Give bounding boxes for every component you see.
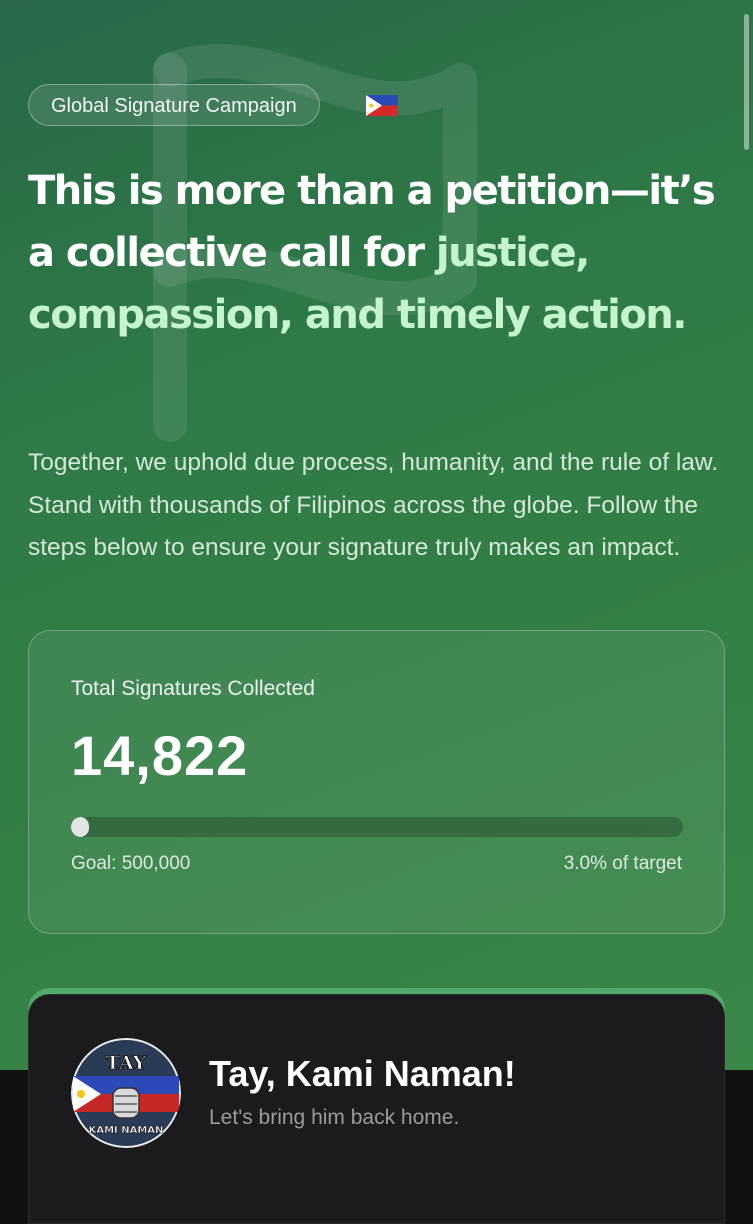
campaign-badge-label: Global Signature Campaign — [51, 95, 297, 117]
campaign-card[interactable]: TAY KAMI NAMAN Tay, Kami Naman! Let's br… — [28, 994, 725, 1224]
campaign-badge: Global Signature Campaign — [28, 84, 320, 126]
stats-label: Total Signatures Collected — [71, 677, 315, 700]
progress-bar — [71, 817, 683, 837]
headline-text: This is more than a petition—it’s a coll… — [28, 168, 716, 276]
campaign-logo-icon: TAY KAMI NAMAN — [71, 1038, 181, 1148]
logo-top-text: TAY — [106, 1052, 147, 1074]
scrollbar[interactable] — [744, 14, 749, 150]
page-headline: This is more than a petition—it’s a coll… — [28, 160, 728, 346]
signature-count: 14,822 — [71, 724, 249, 787]
campaign-logo: TAY KAMI NAMAN — [71, 1038, 181, 1148]
logo-bottom-text: KAMI NAMAN — [89, 1125, 164, 1136]
campaign-subtitle: Let's bring him back home. — [209, 1106, 460, 1129]
lead-paragraph: Together, we uphold due process, humanit… — [28, 449, 719, 561]
percent-of-target: 3.0% of target — [563, 853, 682, 874]
philippines-flag-icon — [366, 95, 398, 116]
campaign-title: Tay, Kami Naman! — [209, 1053, 516, 1094]
goal-text: Goal: 500,000 — [71, 853, 191, 874]
hero-section: Global Signature Campaign This is more t… — [0, 0, 753, 1070]
signature-stats-card: Total Signatures Collected 14,822 Goal: … — [28, 630, 725, 934]
progress-fill — [71, 817, 90, 837]
